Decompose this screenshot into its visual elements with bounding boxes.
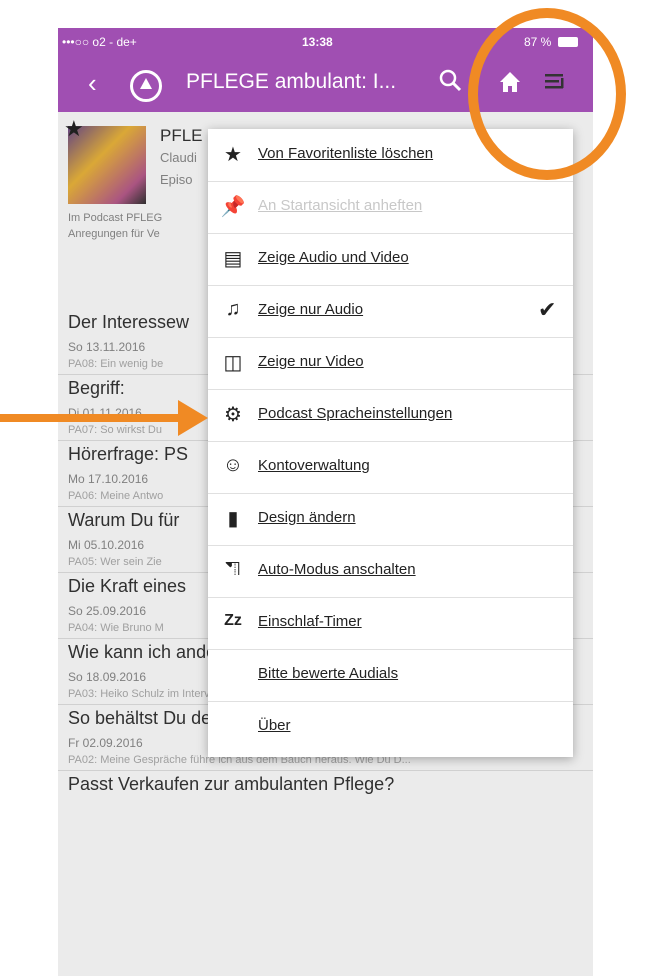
menu-item-label: Zeige nur Audio [258,301,364,318]
pin-icon: 📌 [220,196,246,218]
menu-item-sleep-timer[interactable]: Zz Einschlaf-Timer [208,597,573,650]
menu-item-label: Kontoverwaltung [258,457,370,474]
page-title: PFLEGE ambulant: I... [186,70,397,93]
menu-item-label: Einschlaf-Timer [258,613,362,630]
user-icon: ☺ [222,454,244,476]
menu-item-pin-start: 📌 An Startansicht anheften [208,181,573,234]
paint-roller-icon: ▮ [227,508,239,530]
menu-item-podcast-language[interactable]: ⚙ Podcast Spracheinstellungen [208,389,573,442]
menu-item-label: Zeige nur Video [258,353,364,370]
annotation-circle [468,8,626,180]
context-menu: ★ Von Favoritenliste löschen 📌 An Starta… [208,129,573,757]
menu-item-label: Bitte bewerte Audials [258,665,399,682]
music-note-icon: ♫ [225,298,241,320]
menu-item-about[interactable]: Über [208,701,573,753]
menu-item-label: An Startansicht anheften [258,197,423,214]
menu-item-video-only[interactable]: ◫ Zeige nur Video [208,337,573,390]
back-chevron-icon[interactable]: ‹ [88,68,97,99]
search-icon[interactable] [438,68,462,92]
menu-item-label: Auto-Modus anschalten [258,561,416,578]
sleep-timer-icon: Zz [224,612,242,629]
film-icon: ◫ [223,352,243,374]
menu-item-label: Von Favoritenliste löschen [258,145,434,162]
carrier-label: •••○○ o2 - de+ [62,35,137,49]
menu-item-label: Über [258,717,291,734]
clock: 13:38 [302,35,333,49]
unfavorite-star-icon: ★ [224,144,242,166]
menu-item-car-mode[interactable]: ⛠ Auto-Modus anschalten [208,545,573,598]
menu-item-account[interactable]: ☺ Kontoverwaltung [208,441,573,494]
menu-item-audio-video[interactable]: ▤ Zeige Audio und Video [208,233,573,286]
menu-item-label: Podcast Spracheinstellungen [258,405,453,422]
audials-logo-icon [130,70,162,102]
annotation-arrow [0,400,208,436]
menu-item-label: Design ändern [258,509,356,526]
menu-item-design[interactable]: ▮ Design ändern [208,493,573,546]
gear-icon: ⚙ [224,404,242,426]
car-icon: ⛠ [225,558,241,580]
menu-item-label: Zeige Audio und Video [258,249,409,266]
audio-video-icon: ▤ [223,248,243,270]
checkmark-icon: ✔ [538,297,557,322]
menu-item-audio-only[interactable]: ♫ Zeige nur Audio ✔ [208,285,573,338]
menu-item-rate-app[interactable]: Bitte bewerte Audials [208,649,573,702]
